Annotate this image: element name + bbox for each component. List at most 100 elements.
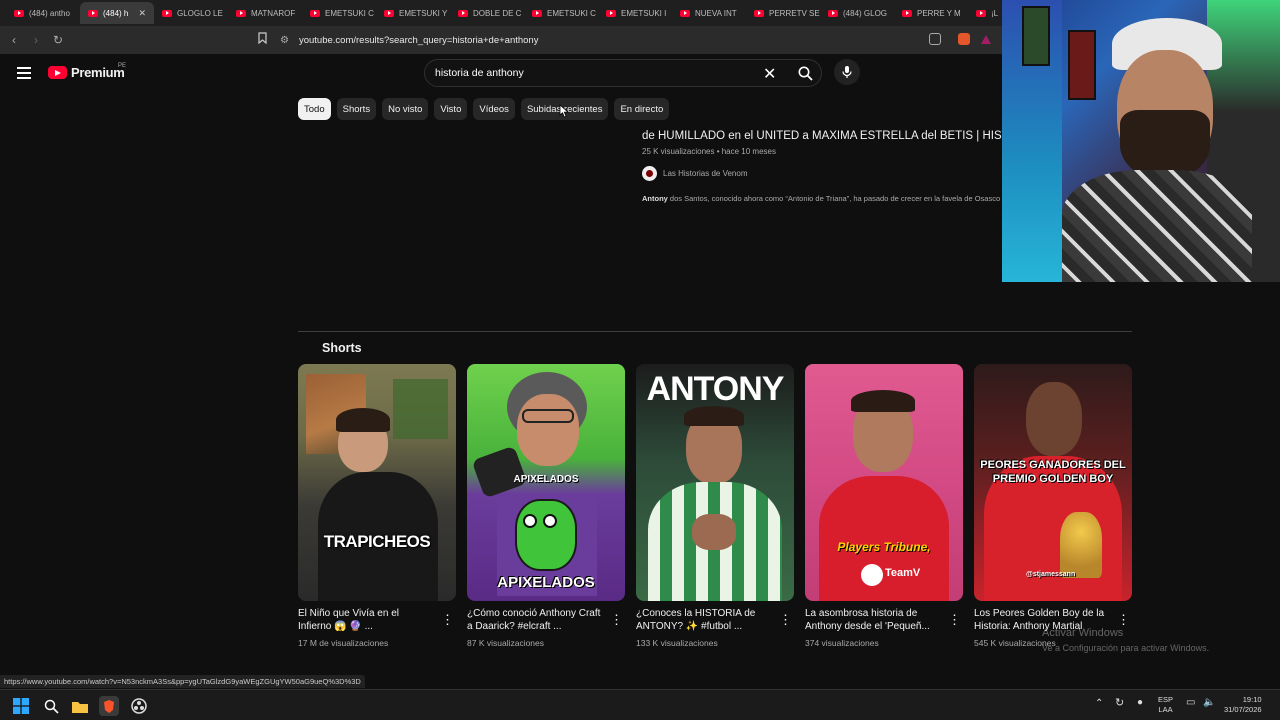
search-button[interactable] [788, 60, 822, 86]
url-text: youtube.com/results?search_query=histori… [298, 34, 539, 46]
youtube-favicon-icon [680, 9, 690, 17]
youtube-favicon-icon [754, 9, 764, 17]
forward-icon[interactable]: › [26, 33, 46, 47]
bookmark-icon[interactable] [258, 32, 267, 47]
site-settings-icon[interactable]: ⚙ [280, 35, 289, 46]
youtube-favicon-icon [384, 9, 394, 17]
short-views: 87 K visualizaciones [467, 638, 545, 648]
windows-start-icon[interactable] [11, 696, 31, 716]
youtube-favicon-icon [162, 9, 172, 17]
sync-icon[interactable]: ↻ [1115, 698, 1124, 709]
chip-videos[interactable]: Vídeos [473, 98, 515, 120]
mouse-cursor-icon [559, 104, 569, 118]
file-explorer-icon[interactable] [70, 696, 90, 716]
filter-chips: Todo Shorts No visto Visto Vídeos Subida… [298, 98, 670, 120]
short-title[interactable]: La asombrosa historia de Anthony desde e… [805, 607, 941, 633]
thumbnail-caption: TRAPICHEOS [323, 532, 431, 551]
search-icon [798, 66, 813, 81]
voice-search-button[interactable] [834, 59, 860, 85]
chip-no-visto[interactable]: No visto [382, 98, 429, 120]
chip-en-directo[interactable]: En directo [614, 98, 670, 120]
youtube-favicon-icon [606, 9, 616, 17]
channel-avatar[interactable] [642, 166, 657, 181]
youtube-favicon-icon [976, 9, 986, 17]
browser-tab[interactable]: EMETSUKI C [302, 2, 376, 24]
browser-tab[interactable]: MATNAROF [228, 2, 302, 24]
browser-tab[interactable]: (484) antho [6, 2, 80, 24]
menu-icon[interactable] [17, 67, 31, 82]
short-thumbnail[interactable]: ANTONY [636, 364, 794, 601]
back-icon[interactable]: ‹ [4, 33, 24, 47]
obs-app-icon[interactable] [129, 696, 149, 716]
cast-icon[interactable] [929, 33, 941, 45]
search-input[interactable]: historia de anthony [435, 67, 524, 79]
youtube-play-icon [48, 66, 67, 79]
more-options-icon[interactable]: ⋮ [441, 612, 454, 628]
short-title[interactable]: ¿Cómo conoció Anthony Craft a Daarick? #… [467, 607, 603, 633]
thumbnail-caption: PEORES GANADORES DEL PREMIO GOLDEN BOY [980, 459, 1126, 485]
more-options-icon[interactable]: ⋮ [1117, 612, 1130, 628]
youtube-premium-logo[interactable]: Premium [48, 65, 125, 80]
channel-link[interactable]: Las Historias de Venom [642, 166, 748, 181]
short-thumbnail[interactable]: APIXELADOS APIXELADOS [467, 364, 625, 601]
network-icon[interactable]: ▭ [1186, 698, 1195, 708]
microphone-tray-icon[interactable]: ● [1137, 698, 1143, 708]
short-title[interactable]: ¿Conoces la HISTORIA de ANTONY? ✨ #futbo… [636, 607, 772, 633]
short-thumbnail[interactable]: TeamV Players Tribune, [805, 364, 963, 601]
browser-tab-active[interactable]: (484) h ✕ [80, 2, 154, 24]
short-card[interactable]: TRAPICHEOS El Niño que Vivía en el Infie… [298, 364, 456, 648]
chip-shorts[interactable]: Shorts [336, 98, 377, 120]
youtube-favicon-icon [14, 9, 24, 17]
thumbnail-caption: ANTONY [646, 370, 785, 408]
short-card[interactable]: APIXELADOS APIXELADOS ¿Cómo conoció Anth… [467, 364, 625, 648]
video-meta: 25 K visualizaciones • hace 10 meses [642, 147, 776, 156]
youtube-favicon-icon [88, 9, 98, 17]
volume-icon[interactable]: 🔈 [1203, 698, 1215, 708]
clear-search-icon[interactable]: ✕ [763, 64, 776, 84]
thumbnail-caption: Players Tribune, [837, 540, 931, 554]
browser-tab[interactable]: ¡L [968, 2, 998, 24]
short-thumbnail[interactable]: TRAPICHEOS [298, 364, 456, 601]
reload-icon[interactable]: ↻ [48, 33, 68, 47]
short-thumbnail[interactable]: PEORES GANADORES DEL PREMIO GOLDEN BOY @… [974, 364, 1132, 601]
browser-tab[interactable]: GLOGLO LE [154, 2, 228, 24]
short-card[interactable]: ANTONY ¿Conoces la HISTORIA de ANTONY? ✨… [636, 364, 794, 648]
browser-tab[interactable]: DOBLE DE C [450, 2, 524, 24]
video-snippet: Antony dos Santos, conocido ahora como “… [642, 194, 1001, 203]
short-views: 17 M de visualizaciones [298, 638, 389, 648]
youtube-favicon-icon [236, 9, 246, 17]
tray-chevron-icon[interactable]: ⌃ [1095, 699, 1103, 709]
url-field[interactable]: ⚙ youtube.com/results?search_query=histo… [280, 29, 1000, 51]
browser-tab[interactable]: (484) GLOG [820, 2, 894, 24]
short-title[interactable]: El Niño que Vivía en el Infierno 😱 🔮 ... [298, 607, 434, 633]
browser-tab[interactable]: EMETSUKI Y [376, 2, 450, 24]
short-card[interactable]: PEORES GANADORES DEL PREMIO GOLDEN BOY @… [974, 364, 1132, 648]
browser-tab[interactable]: EMETSUKI I [598, 2, 672, 24]
browser-tab[interactable]: NUEVA INT [672, 2, 746, 24]
search-icon[interactable] [41, 696, 61, 716]
video-title-link[interactable]: de HUMILLADO en el UNITED a MÁXIMA ESTRE… [642, 130, 1002, 142]
more-options-icon[interactable]: ⋮ [779, 612, 792, 628]
language-indicator[interactable]: ESP LAA [1158, 695, 1173, 715]
short-card[interactable]: TeamV Players Tribune, La asombrosa hist… [805, 364, 963, 648]
short-views: 374 visualizaciones [805, 638, 879, 648]
shorts-section-title: Shorts [322, 341, 362, 355]
brave-browser-icon[interactable] [99, 696, 119, 716]
clock[interactable]: 19:10 31/07/2026 [1224, 695, 1262, 715]
youtube-favicon-icon [902, 9, 912, 17]
activation-watermark-subtitle: Ve a Configuración para activar Windows. [1042, 643, 1210, 653]
brave-rewards-icon[interactable] [980, 33, 992, 45]
browser-tab[interactable]: EMETSUKI C [524, 2, 598, 24]
search-box[interactable]: historia de anthony ✕ [424, 59, 822, 87]
more-options-icon[interactable]: ⋮ [610, 612, 623, 628]
browser-tab[interactable]: PERRETV SE [746, 2, 820, 24]
chip-todo[interactable]: Todo [298, 98, 331, 120]
brave-shields-icon[interactable] [958, 33, 970, 45]
windows-taskbar: ⌃ ↻ ● ESP LAA ▭ 🔈 19:10 31/07/2026 [0, 689, 1280, 720]
close-tab-icon[interactable]: ✕ [138, 8, 146, 19]
microphone-icon [842, 66, 852, 78]
chip-visto[interactable]: Visto [434, 98, 468, 120]
browser-tab[interactable]: PERRE Y M [894, 2, 968, 24]
channel-name[interactable]: Las Historias de Venom [663, 169, 748, 178]
more-options-icon[interactable]: ⋮ [948, 612, 961, 628]
